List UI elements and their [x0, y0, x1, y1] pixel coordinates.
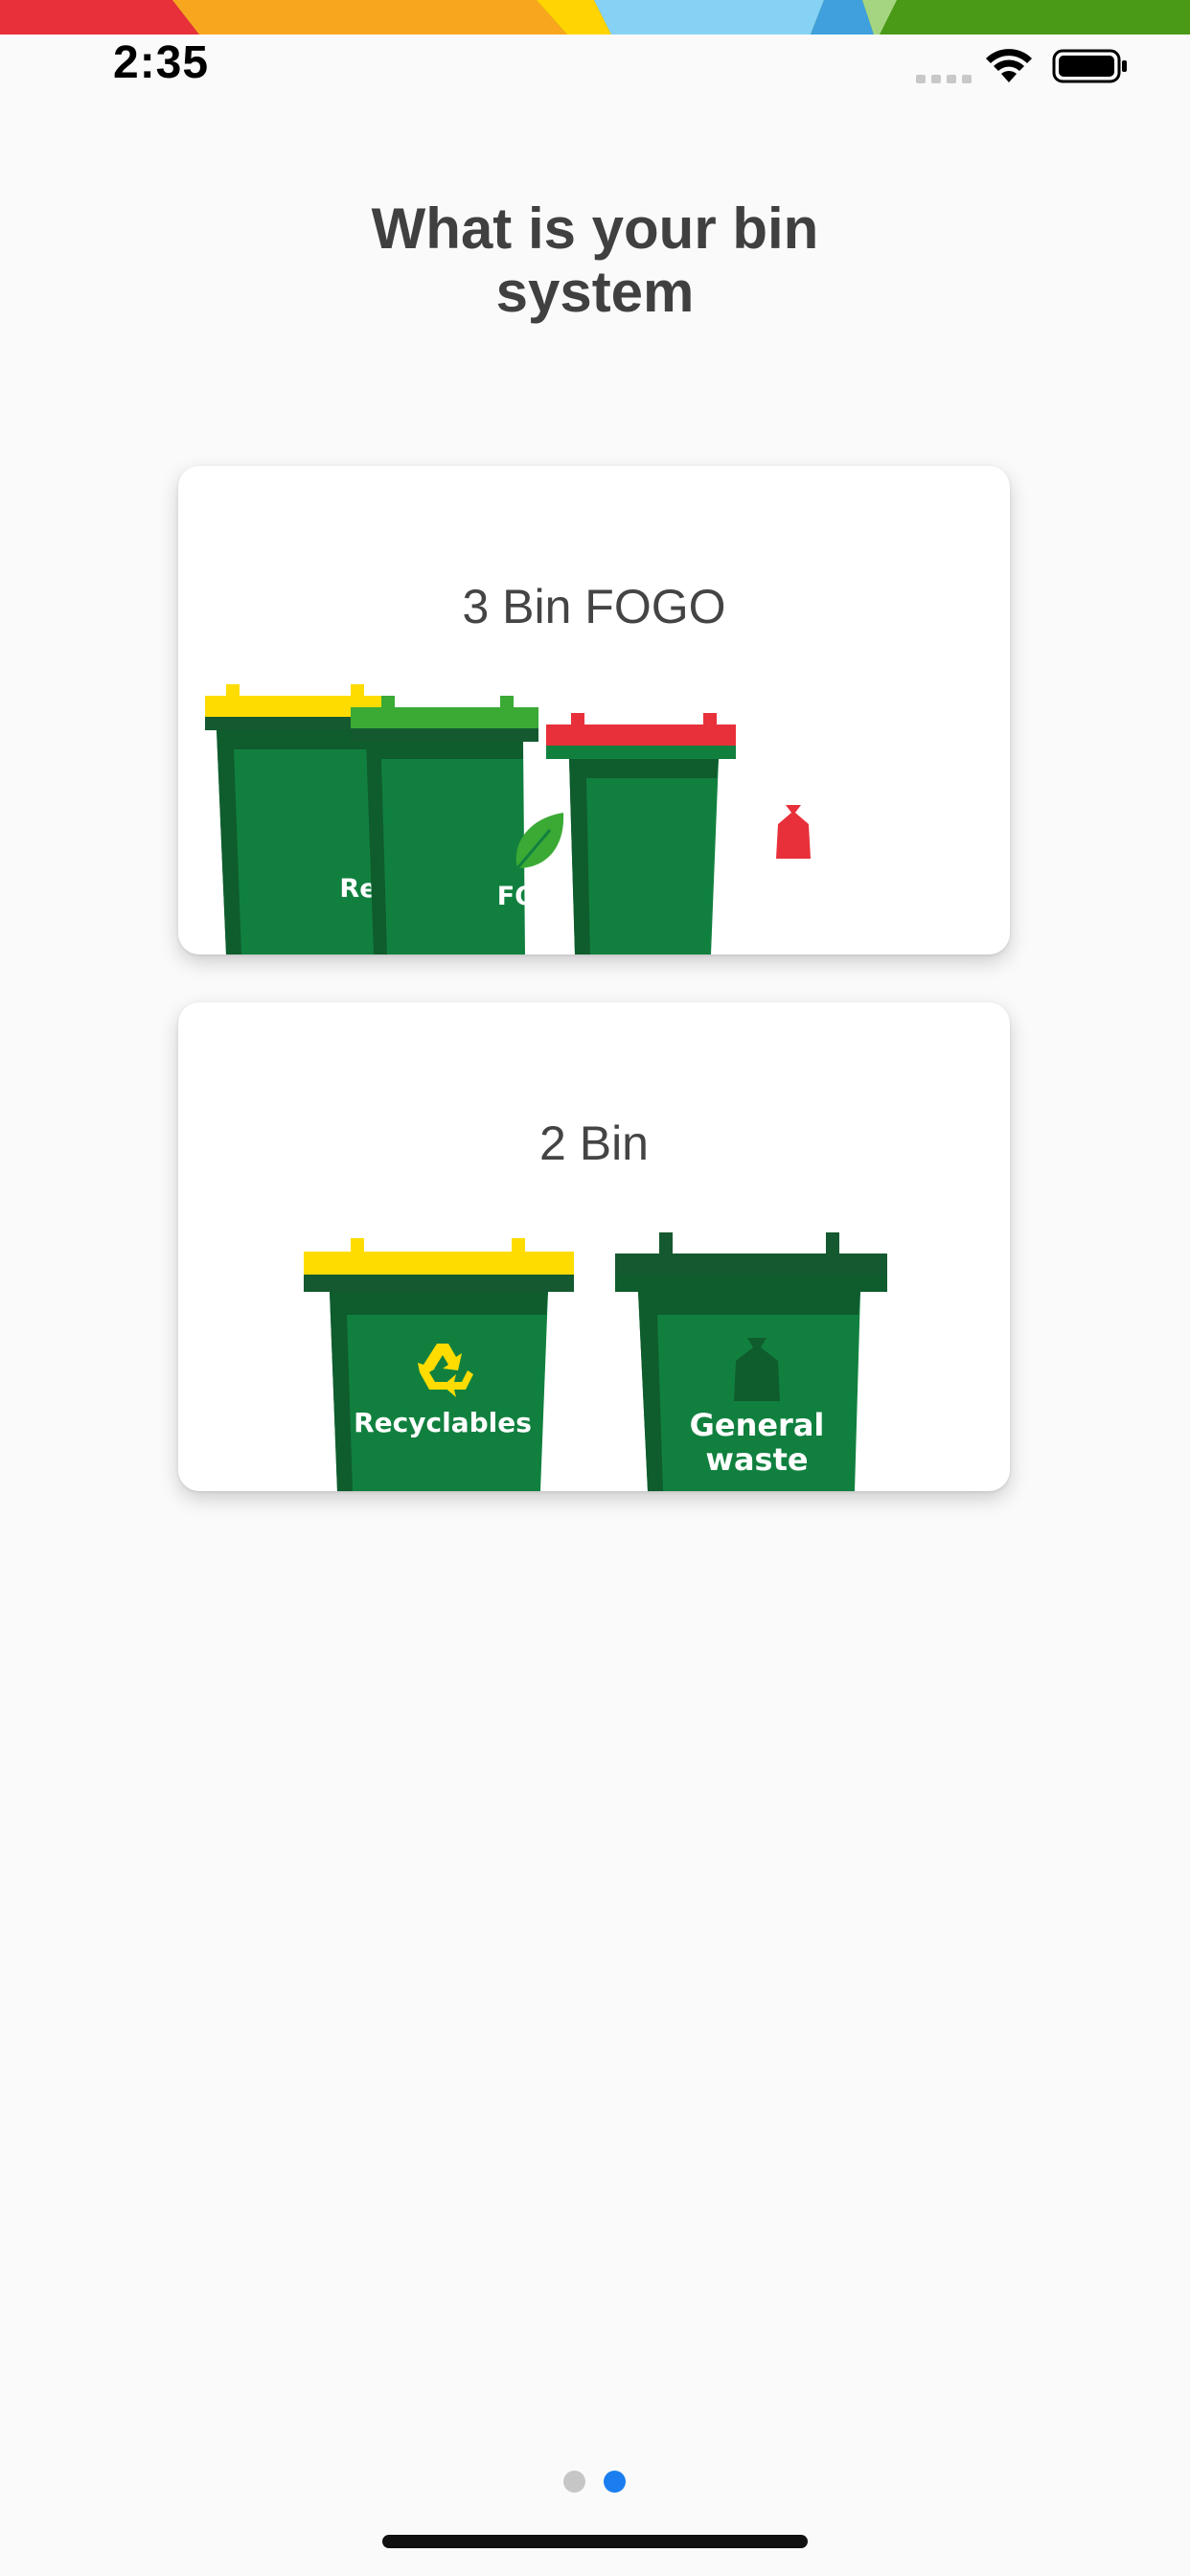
recyclables-bin: Recyclables	[304, 1238, 574, 1491]
page-title-line-1: What is your bin	[371, 196, 819, 261]
general-waste-bin: General waste	[615, 1232, 887, 1491]
two-bins-illustration: Recyclables General waste	[304, 1232, 887, 1491]
bin-option-2-bin[interactable]: 2 Bin Recyclables General waste	[178, 1002, 1010, 1491]
status-time: 2:35	[113, 37, 210, 88]
fogo-bin: FOGO	[351, 696, 580, 954]
page-dot-1[interactable]	[563, 2471, 585, 2493]
battery-icon	[1052, 49, 1127, 83]
recyclables-bin-label: Recyclables	[354, 1407, 532, 1438]
top-color-stripe	[0, 0, 1190, 34]
status-bar: 2:35	[0, 34, 1190, 96]
bin-option-3-bin-fogo[interactable]: 3 Bin FOGO Recyclables	[178, 466, 1010, 954]
garbage-bag-icon	[776, 805, 811, 859]
page-title: What is your bin system	[0, 197, 1190, 324]
home-indicator[interactable]	[382, 2535, 808, 2548]
general-waste-bin-label-line-1: General	[737, 870, 851, 900]
general-waste-bin-label-line-2: waste	[705, 1441, 808, 1478]
general-waste-bin-label-line-2: waste	[750, 899, 836, 929]
general-waste-bin-label-line-1: General	[690, 1407, 825, 1443]
wifi-icon	[986, 49, 1032, 82]
page-title-line-2: system	[495, 260, 695, 324]
signal-icon	[916, 75, 972, 83]
fogo-bin-label: FOGO	[497, 882, 581, 911]
general-waste-bin: General waste	[546, 713, 850, 954]
page-indicator	[563, 2471, 640, 2494]
page-dot-2-active[interactable]	[604, 2471, 626, 2493]
three-bins-illustration: Recyclables FOGO Ge	[205, 684, 850, 954]
